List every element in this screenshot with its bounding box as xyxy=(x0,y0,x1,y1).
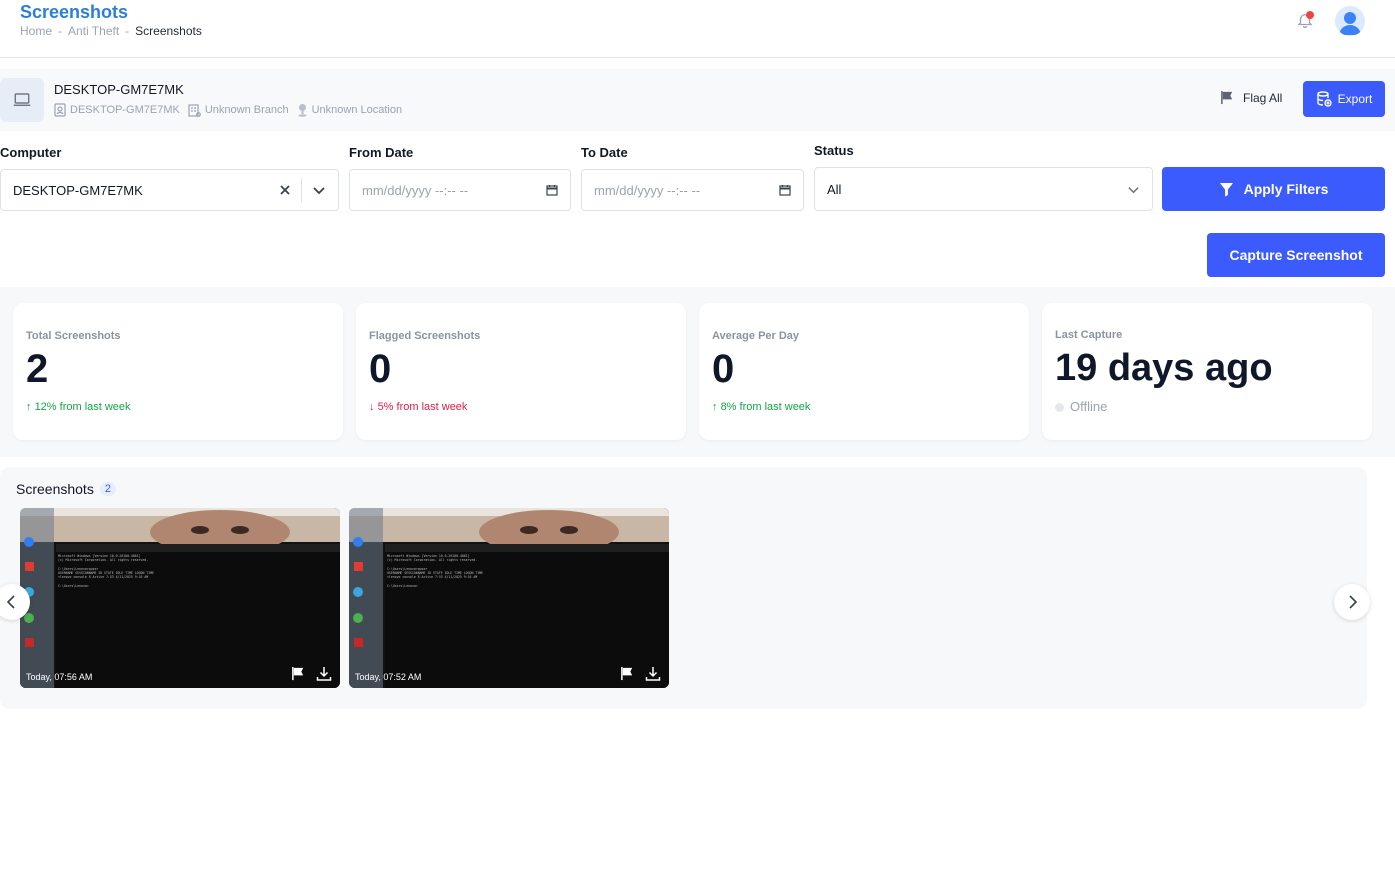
stats-area: Total Screenshots 2 ↑ 12% from last week… xyxy=(0,287,1395,457)
screenshot-thumbnail[interactable]: Microsoft Windows [Version 10.0.26100.40… xyxy=(20,508,340,688)
svg-text:C:\Users\Lenovo>: C:\Users\Lenovo> xyxy=(387,584,418,588)
export-button[interactable]: Export xyxy=(1303,81,1385,117)
chevron-right-icon xyxy=(1349,595,1358,609)
stat-label: Last Capture xyxy=(1055,329,1123,341)
notification-dot xyxy=(1306,11,1314,19)
device-meta: DESKTOP-GM7E7MK Unknown Branch Unknown L… xyxy=(54,103,402,117)
calendar-icon[interactable] xyxy=(779,184,791,196)
page-title: Screenshots xyxy=(20,2,129,22)
id-card-icon xyxy=(54,103,66,117)
screenshot-time: Today, 07:56 AM xyxy=(26,672,93,682)
screenshots-panel: Screenshots 2 Microsoft Windows [Version… xyxy=(0,467,1370,709)
chevron-down-icon[interactable] xyxy=(312,183,326,197)
download-icon[interactable] xyxy=(316,666,332,682)
svg-text:(c) Microsoft Corporation. All: (c) Microsoft Corporation. All rights re… xyxy=(387,558,477,562)
stat-trend: ↓ 5% from last week xyxy=(369,401,468,413)
computer-label: Computer xyxy=(0,145,62,160)
stat-card-average: Average Per Day 0 ↑ 8% from last week xyxy=(699,303,1029,440)
svg-text:C:\Users\Lenovo>: C:\Users\Lenovo> xyxy=(58,584,89,588)
stat-label: Total Screenshots xyxy=(26,330,121,342)
stat-card-total: Total Screenshots 2 ↑ 12% from last week xyxy=(13,303,343,440)
screenshot-image: Microsoft Windows [Version 10.0.26100.40… xyxy=(20,508,340,688)
stat-value: 19 days ago xyxy=(1055,347,1273,389)
svg-text:>lenovo console: >lenovo console 8 Active 7:53 4/11/2025 … xyxy=(58,575,148,579)
device-bar: DESKTOP-GM7E7MK DESKTOP-GM7E7MK Unknown … xyxy=(0,69,1395,131)
flag-all-label: Flag All xyxy=(1243,90,1283,105)
stat-value: 2 xyxy=(26,347,49,391)
status-select[interactable]: All xyxy=(814,167,1153,211)
apply-filters-label: Apply Filters xyxy=(1243,181,1329,197)
flag-all-button[interactable]: Flag All xyxy=(1220,90,1282,105)
to-date-label: To Date xyxy=(581,145,628,160)
breadcrumb-separator: - xyxy=(58,24,63,38)
stat-trend: ↑ 8% from last week xyxy=(712,401,811,413)
clear-icon[interactable] xyxy=(279,184,291,196)
breadcrumb-current: Screenshots xyxy=(135,24,202,38)
device-host: DESKTOP-GM7E7MK xyxy=(70,104,180,116)
database-export-icon xyxy=(1316,91,1332,107)
apply-filters-button[interactable]: Apply Filters xyxy=(1162,167,1385,211)
capture-screenshot-button[interactable]: Capture Screenshot xyxy=(1207,233,1385,277)
avatar[interactable] xyxy=(1335,6,1365,36)
stat-label: Flagged Screenshots xyxy=(369,330,481,342)
breadcrumb-anti-theft[interactable]: Anti Theft xyxy=(68,24,119,38)
computer-icon xyxy=(0,78,44,122)
to-date-placeholder: mm/dd/yyyy --:-- -- xyxy=(594,182,701,198)
screenshot-actions xyxy=(620,666,661,682)
screenshot-actions xyxy=(291,666,332,682)
chevron-down-icon[interactable] xyxy=(1127,183,1140,196)
flag-icon xyxy=(1221,90,1233,105)
location-pin-icon xyxy=(298,104,307,117)
stat-card-flagged: Flagged Screenshots 0 ↓ 5% from last wee… xyxy=(356,303,686,440)
calendar-icon[interactable] xyxy=(546,184,558,196)
screenshot-thumbnail[interactable]: Microsoft Windows [Version 10.0.26100.40… xyxy=(349,508,669,688)
from-date-placeholder: mm/dd/yyyy --:-- -- xyxy=(362,182,469,198)
svg-text:(c) Microsoft Corporation. All: (c) Microsoft Corporation. All rights re… xyxy=(58,558,148,562)
carousel-next-button[interactable] xyxy=(1334,584,1370,620)
building-icon xyxy=(188,103,201,117)
flag-icon[interactable] xyxy=(620,666,635,681)
screenshot-time: Today, 07:52 AM xyxy=(355,672,422,682)
stat-status: Offline xyxy=(1055,399,1107,414)
stat-trend: ↑ 12% from last week xyxy=(26,401,131,413)
status-dot xyxy=(1055,403,1064,413)
breadcrumb-home[interactable]: Home xyxy=(20,24,52,38)
chevron-left-icon xyxy=(6,595,15,609)
status-select-value: All xyxy=(827,181,842,197)
screenshot-image: Microsoft Windows [Version 10.0.26100.40… xyxy=(349,508,669,688)
svg-text:>lenovo console: >lenovo console 8 Active 7:53 4/11/2025 … xyxy=(387,575,477,579)
download-icon[interactable] xyxy=(645,666,661,682)
device-branch: Unknown Branch xyxy=(204,104,289,116)
device-name: DESKTOP-GM7E7MK xyxy=(54,82,184,97)
select-divider xyxy=(301,178,302,202)
breadcrumb: Home - Anti Theft - Screenshots xyxy=(20,24,202,38)
flag-icon[interactable] xyxy=(291,666,306,681)
top-bar: Screenshots Home - Anti Theft - Screensh… xyxy=(0,0,1395,58)
to-date-input[interactable]: mm/dd/yyyy --:-- -- xyxy=(581,169,804,211)
computer-select[interactable]: DESKTOP-GM7E7MK xyxy=(0,169,339,211)
status-label: Status xyxy=(814,143,854,158)
export-label: Export xyxy=(1337,92,1373,106)
stat-label: Average Per Day xyxy=(712,330,800,342)
computer-select-value: DESKTOP-GM7E7MK xyxy=(13,182,143,198)
screenshots-title: Screenshots 2 xyxy=(16,481,116,497)
from-date-label: From Date xyxy=(349,145,414,160)
count-badge: 2 xyxy=(99,482,116,496)
stat-value: 0 xyxy=(712,347,735,391)
stat-value: 0 xyxy=(369,347,392,391)
filter-icon xyxy=(1219,182,1233,197)
from-date-input[interactable]: mm/dd/yyyy --:-- -- xyxy=(349,169,571,211)
stat-card-last-capture: Last Capture 19 days ago Offline xyxy=(1042,303,1372,440)
breadcrumb-separator: - xyxy=(125,24,130,38)
device-location: Unknown Location xyxy=(311,104,403,116)
